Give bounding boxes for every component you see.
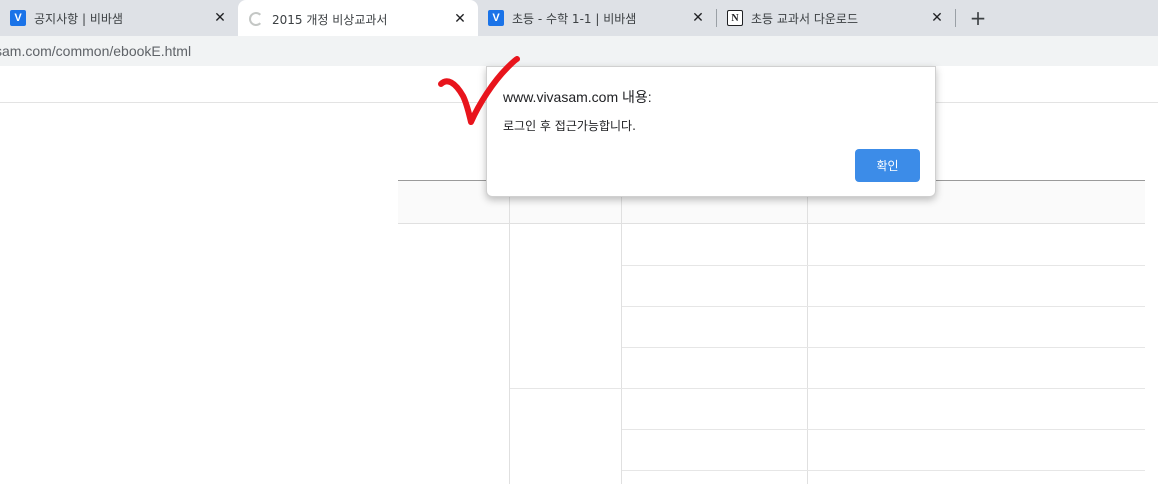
close-icon[interactable]: ✕: [929, 10, 945, 26]
row-divider: [622, 429, 1145, 430]
row-divider: [622, 470, 1145, 471]
tab-download[interactable]: N 초등 교과서 다운로드 ✕: [717, 0, 955, 36]
row-divider: [622, 265, 1145, 266]
row-divider: [622, 306, 1145, 307]
close-icon[interactable]: ✕: [452, 11, 468, 27]
tab-title: 공지사항 | 비바샘: [34, 11, 123, 26]
row-divider: [622, 347, 1145, 348]
ok-button[interactable]: 확인: [855, 149, 920, 182]
loading-spinner-icon: [248, 11, 264, 27]
tab-separator: [955, 9, 956, 27]
data-table: [398, 180, 1145, 484]
column-divider: [621, 224, 622, 484]
notion-favicon-icon: N: [727, 10, 743, 26]
row-divider: [510, 388, 1145, 389]
new-tab-button[interactable]: +: [964, 4, 992, 32]
dialog-title: www.vivasam.com 내용:: [503, 89, 652, 105]
address-bar: sam.com/common/ebookE.html: [0, 36, 1158, 66]
column-divider: [807, 224, 808, 484]
tab-notice[interactable]: V 공지사항 | 비바샘 ✕: [0, 0, 238, 36]
close-icon[interactable]: ✕: [212, 10, 228, 26]
vivasam-favicon-icon: V: [10, 10, 26, 26]
tab-title: 초등 교과서 다운로드: [751, 11, 858, 26]
red-checkmark-annotation: [438, 56, 520, 125]
tab-title: 초등 - 수학 1-1 | 비바샘: [512, 11, 637, 26]
column-divider: [509, 224, 510, 484]
tab-math[interactable]: V 초등 - 수학 1-1 | 비바샘 ✕: [478, 0, 716, 36]
vivasam-favicon-icon: V: [488, 10, 504, 26]
tab-textbook[interactable]: 2015 개정 비상교과서 ✕: [238, 0, 478, 38]
url-field[interactable]: sam.com/common/ebookE.html: [0, 43, 191, 59]
close-icon[interactable]: ✕: [690, 10, 706, 26]
alert-dialog: www.vivasam.com 내용: 로그인 후 접근가능합니다. 확인: [486, 66, 936, 197]
tab-title: 2015 개정 비상교과서: [272, 12, 388, 27]
tab-strip: V 공지사항 | 비바샘 ✕ 2015 개정 비상교과서 ✕ V 초등 - 수학…: [0, 0, 1158, 38]
